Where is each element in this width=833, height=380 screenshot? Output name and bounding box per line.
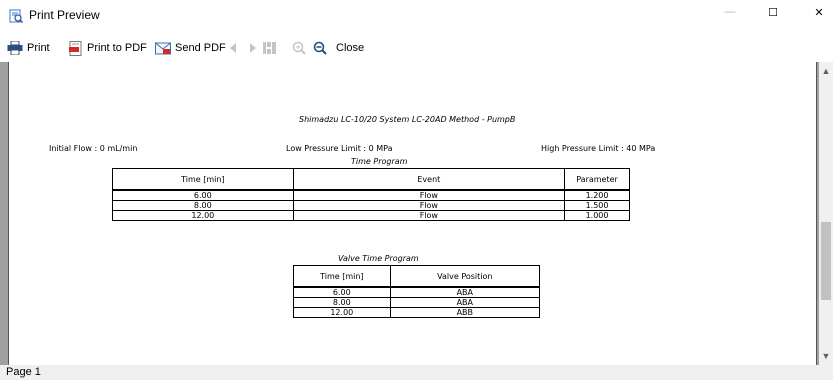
high-pressure-limit: High Pressure Limit : 40 MPa [541,144,656,153]
table-cell: 6.00 [112,189,294,201]
next-page-button[interactable] [249,40,261,56]
close-preview-label: Close [336,42,365,54]
table-row: 8.00 Flow 1.500 [112,200,630,211]
print-to-pdf-button[interactable]: Print to PDF [69,40,147,56]
preview-viewport[interactable]: Shimadzu LC-10/20 System LC-20AD Method … [0,62,833,365]
table-cell: ABA [389,286,541,298]
title-bar: Print Preview — ☐ ✕ [0,0,833,32]
initial-flow: Initial Flow : 0 mL/min [49,144,138,153]
table-cell: Flow [292,200,566,211]
time-program-caption: Time Program [351,157,408,166]
table-header-row: Time [min] Valve Position [293,265,541,288]
send-pdf-icon [155,42,171,54]
prev-page-button[interactable] [229,40,241,56]
valve-program-caption: Valve Time Program [338,254,419,263]
table-cell: ABB [389,307,541,318]
scrollbar-thumb[interactable] [821,222,831,300]
table-cell: Flow [292,189,566,201]
time-program-table: Time [min] Event Parameter 6.00 Flow 1.2… [112,168,630,221]
table-cell: ABA [389,297,541,308]
column-header: Event [292,168,566,191]
table-cell: Flow [292,210,566,221]
page-indicator: Page 1 [6,366,41,378]
vertical-scrollbar[interactable]: ▲ ▼ [819,62,833,365]
minimize-button[interactable]: — [718,6,742,26]
print-button[interactable]: Print [7,40,50,56]
table-header-row: Time [min] Event Parameter [112,168,630,191]
scroll-up-icon[interactable]: ▲ [819,64,833,78]
table-cell: 1.000 [564,210,630,221]
print-to-pdf-label: Print to PDF [87,42,147,54]
status-bar: Page 1 [0,365,833,380]
table-cell: 6.00 [293,286,391,298]
table-row: 12.00 Flow 1.000 [112,210,630,221]
close-preview-button[interactable]: Close [336,40,364,56]
table-cell: 1.500 [564,200,630,211]
prev-page-icon [230,43,236,53]
table-row: 12.00 ABB [293,307,541,318]
maximize-button[interactable]: ☐ [761,6,785,26]
table-cell: 12.00 [293,307,391,318]
close-window-button[interactable]: ✕ [807,6,831,26]
low-pressure-limit: Low Pressure Limit : 0 MPa [286,144,393,153]
printer-icon [7,41,23,55]
page-layout-button[interactable] [263,40,281,56]
print-label: Print [27,42,50,54]
scroll-down-icon[interactable]: ▼ [819,349,833,363]
table-cell: 8.00 [293,297,391,308]
pdf-icon [69,40,82,56]
next-page-icon [250,43,256,53]
table-row: 6.00 ABA [293,286,541,298]
page-layout-icon [263,42,276,54]
column-header: Time [min] [293,265,391,288]
toolbar: Print Print to PDF Send PDF Close [0,32,833,62]
column-header: Valve Position [389,265,541,288]
zoom-out-icon [313,41,327,55]
table-cell: 12.00 [112,210,294,221]
zoom-in-button[interactable] [292,40,310,56]
zoom-in-icon [292,41,306,55]
zoom-out-button[interactable] [313,40,331,56]
window-title: Print Preview [29,8,100,22]
table-cell: 1.200 [564,189,630,201]
send-pdf-button[interactable]: Send PDF [155,40,226,56]
document-title: Shimadzu LC-10/20 System LC-20AD Method … [299,115,516,124]
table-row: 8.00 ABA [293,297,541,308]
send-pdf-label: Send PDF [175,42,226,54]
valve-program-table: Time [min] Valve Position 6.00 ABA 8.00 … [293,265,541,318]
preview-page: Shimadzu LC-10/20 System LC-20AD Method … [8,62,817,365]
print-preview-icon [9,9,23,23]
column-header: Time [min] [112,168,294,191]
table-row: 6.00 Flow 1.200 [112,189,630,201]
table-cell: 8.00 [112,200,294,211]
column-header: Parameter [564,168,630,191]
